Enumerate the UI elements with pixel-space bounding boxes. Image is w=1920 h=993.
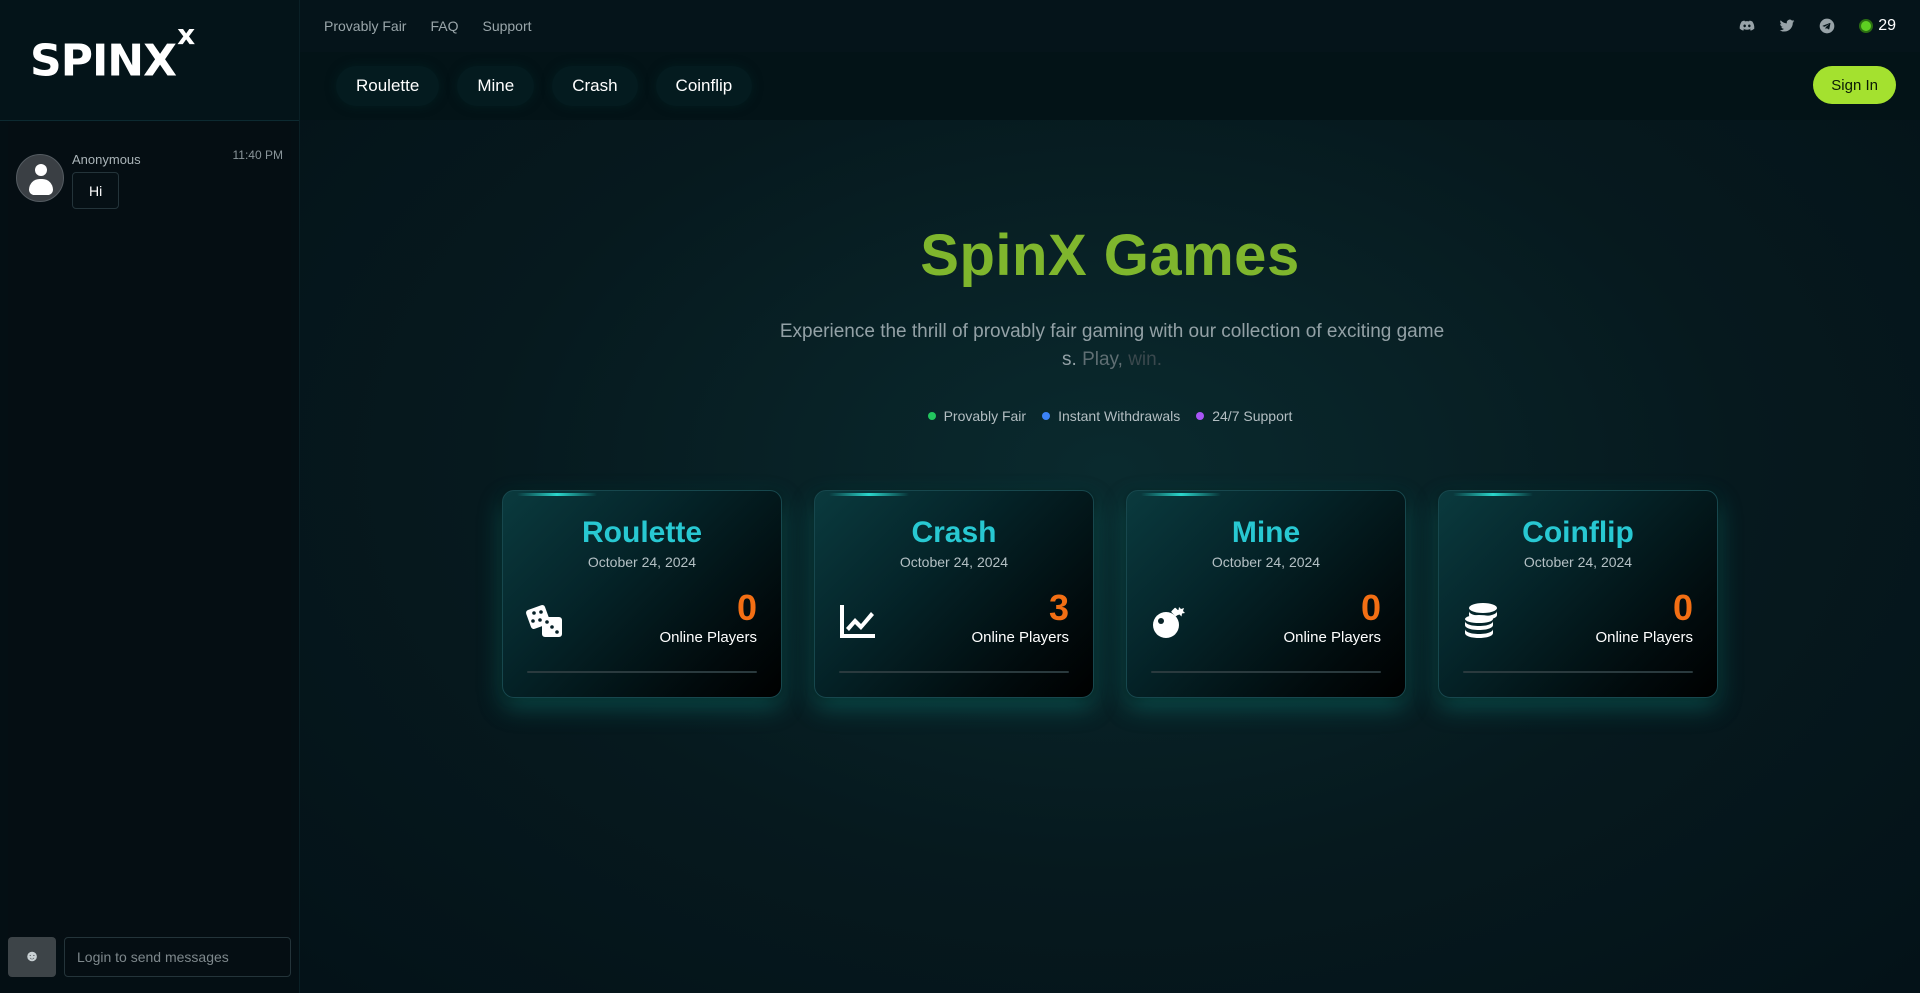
chat-sidebar: SPINXx Anonymous 11:40 PM Hi ☻ — [0, 0, 300, 993]
sign-in-button[interactable]: Sign In — [1813, 66, 1896, 104]
game-card-title: Coinflip — [1522, 516, 1634, 549]
feature-instant-withdrawals: Instant Withdrawals — [1042, 408, 1180, 424]
avatar-icon — [16, 154, 64, 202]
emoji-button[interactable]: ☻ — [8, 937, 56, 977]
support-link[interactable]: Support — [482, 18, 531, 34]
nav-tab-coinflip[interactable]: Coinflip — [655, 66, 753, 106]
chat-input[interactable] — [64, 937, 291, 977]
chat-message: Anonymous 11:40 PM Hi — [16, 148, 283, 212]
main-content: SpinX Games Experience the thrill of pro… — [300, 120, 1920, 993]
dice-icon — [525, 601, 565, 641]
online-players-count: 0 — [736, 587, 757, 628]
hero-subtitle: Experience the thrill of provably fair g… — [779, 321, 1445, 370]
smiley-icon: ☻ — [23, 948, 41, 965]
chat-timestamp: 11:40 PM — [232, 148, 283, 162]
game-nav: Roulette Mine Crash Coinflip Sign In — [300, 52, 1920, 120]
feature-support: 24/7 Support — [1196, 408, 1292, 424]
online-status-icon — [1859, 19, 1874, 33]
nav-tab-roulette[interactable]: Roulette — [336, 66, 440, 106]
discord-icon[interactable] — [1739, 18, 1755, 34]
feature-list: Provably Fair Instant Withdrawals 24/7 S… — [300, 408, 1920, 424]
hero-title: SpinX Games — [920, 223, 1300, 288]
chart-line-icon — [837, 601, 877, 641]
online-count: 29 — [1878, 17, 1896, 34]
game-card-date: October 24, 2024 — [899, 554, 1009, 570]
online-players-count: 3 — [1048, 587, 1069, 628]
purple-dot-icon — [1196, 412, 1205, 420]
top-bar: Provably Fair FAQ Support 29 — [300, 0, 1920, 52]
game-card-title: Roulette — [582, 516, 702, 549]
game-card-roulette[interactable]: Roulette October 24, 2024 0 Online Playe… — [502, 490, 782, 698]
game-card-crash[interactable]: Crash October 24, 2024 3 Online Players — [814, 490, 1094, 698]
provably-fair-link[interactable]: Provably Fair — [324, 18, 406, 34]
game-card-mine[interactable]: Mine October 24, 2024 0 Online Players — [1126, 490, 1406, 698]
chat-message-list[interactable]: Anonymous 11:40 PM Hi — [8, 122, 291, 945]
green-dot-icon — [927, 412, 936, 420]
telegram-icon[interactable] — [1819, 18, 1835, 34]
card-divider — [839, 671, 1069, 673]
online-players-count: 0 — [1672, 587, 1693, 628]
twitter-icon[interactable] — [1779, 18, 1795, 34]
chat-username: Anonymous — [72, 152, 141, 167]
card-divider — [527, 671, 757, 673]
game-card-date: October 24, 2024 — [587, 554, 697, 570]
online-players-count: 0 — [1360, 587, 1381, 628]
blue-dot-icon — [1042, 412, 1051, 420]
top-right-group: 29 — [1715, 0, 1896, 52]
game-card-title: Crash — [911, 516, 997, 549]
game-cards: Roulette October 24, 2024 0 Online Playe… — [502, 490, 1750, 698]
faq-link[interactable]: FAQ — [430, 18, 458, 34]
bomb-icon — [1149, 601, 1189, 641]
online-players-label: Online Players — [1283, 629, 1381, 646]
spinx-logo[interactable]: SPINXx — [30, 20, 195, 84]
online-players-label: Online Players — [659, 629, 757, 646]
online-players-label: Online Players — [971, 629, 1069, 646]
nav-tab-mine[interactable]: Mine — [457, 66, 535, 106]
logo-area: SPINXx — [0, 0, 299, 121]
card-divider — [1463, 671, 1693, 673]
coins-icon — [1461, 601, 1501, 641]
chat-message-text: Hi — [72, 172, 120, 209]
game-card-date: October 24, 2024 — [1211, 554, 1321, 570]
online-players-label: Online Players — [1595, 629, 1693, 646]
nav-tab-crash[interactable]: Crash — [552, 66, 638, 106]
game-card-date: October 24, 2024 — [1523, 554, 1633, 570]
card-divider — [1151, 671, 1381, 673]
game-card-title: Mine — [1231, 516, 1301, 549]
feature-provably-fair: Provably Fair — [927, 408, 1026, 424]
chat-composer: ☻ — [8, 937, 291, 977]
game-card-coinflip[interactable]: Coinflip October 24, 2024 0 Online Playe… — [1438, 490, 1718, 698]
